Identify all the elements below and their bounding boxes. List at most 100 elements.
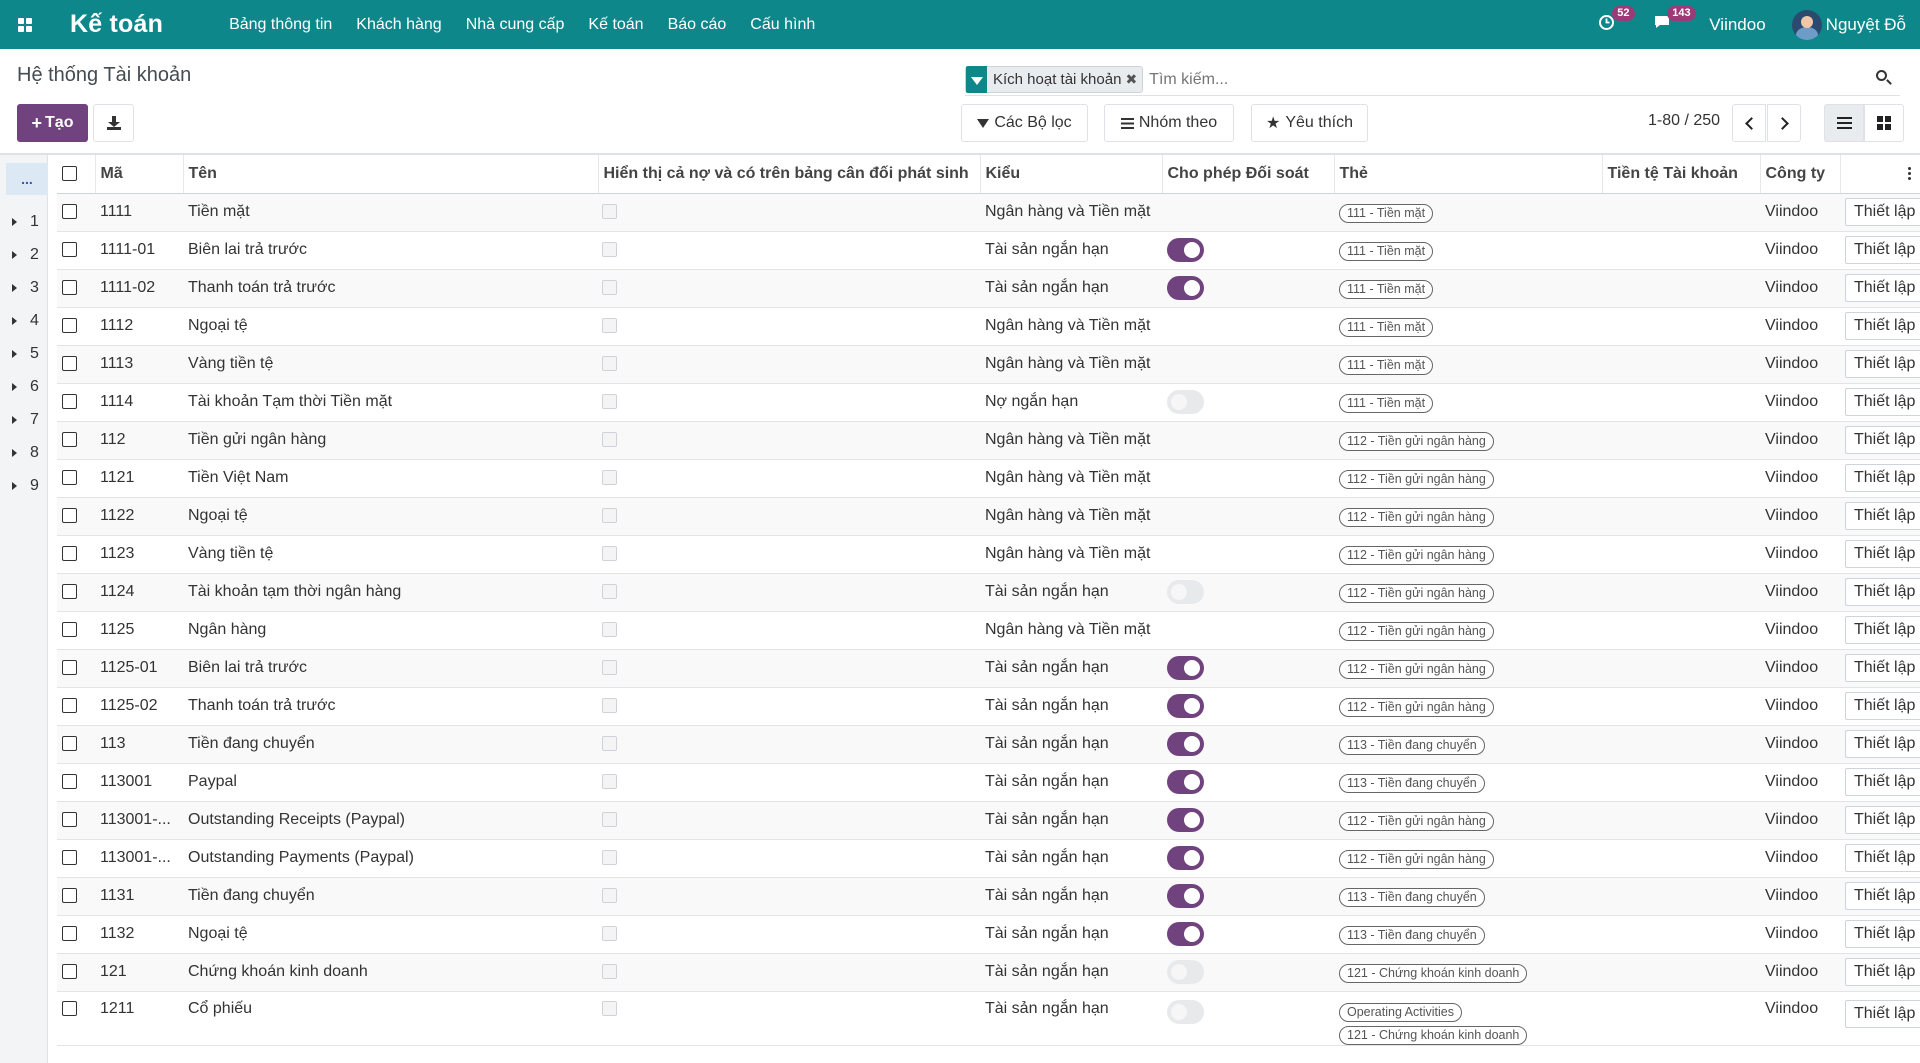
row-checkbox[interactable] [62, 1000, 77, 1016]
table-row[interactable]: 121 Chứng khoán kinh doanh Tài sản ngắn hạ… [57, 953, 1920, 992]
row-checkbox[interactable] [62, 356, 77, 372]
reconcile-toggle[interactable] [1167, 884, 1204, 908]
row-select-cell[interactable] [57, 763, 95, 802]
row-select-cell[interactable] [57, 953, 95, 992]
row-select-cell[interactable] [57, 801, 95, 840]
row-select-cell[interactable] [57, 307, 95, 346]
group-toggle-item[interactable]: 3 [0, 273, 48, 303]
row-select-cell[interactable] [57, 459, 95, 498]
row-select-cell[interactable] [57, 383, 95, 422]
reconcile-toggle[interactable] [1167, 238, 1204, 262]
row-select-cell[interactable] [57, 193, 95, 232]
reconcile-toggle[interactable] [1167, 390, 1204, 414]
row-checkbox[interactable] [62, 470, 77, 486]
setup-button[interactable]: Thiết lập [1845, 578, 1920, 606]
group-toggle-item[interactable]: 9 [0, 471, 48, 501]
menu-accounting[interactable]: Kế toán [588, 16, 643, 34]
pager-previous-button[interactable] [1732, 104, 1766, 142]
column-options-header[interactable] [1840, 155, 1920, 194]
kanban-view-button[interactable] [1864, 104, 1904, 142]
column-header-show-both-sides[interactable]: Hiển thị cả nợ và có trên bảng cân đối p… [598, 155, 981, 194]
table-row[interactable]: 1121 Tiền Việt Nam Ngân hàng và Tiền mặt 11… [57, 459, 1920, 498]
table-row[interactable]: 1113 Vàng tiền tệ Ngân hàng và Tiền mặt 111… [57, 345, 1920, 384]
setup-button[interactable]: Thiết lập [1845, 502, 1920, 530]
setup-button[interactable]: Thiết lập [1845, 616, 1920, 644]
messages-chat-icon[interactable]: 143 [1653, 6, 1696, 35]
favorites-button[interactable]: ★ Yêu thích [1251, 104, 1368, 142]
gutter-header[interactable]: ... [6, 163, 48, 195]
row-select-cell[interactable] [57, 915, 95, 954]
group-toggle-item[interactable]: 7 [0, 405, 48, 435]
group-toggle-item[interactable]: 6 [0, 372, 48, 402]
row-checkbox[interactable] [62, 280, 77, 296]
setup-button[interactable]: Thiết lập [1845, 426, 1920, 454]
row-checkbox[interactable] [62, 546, 77, 562]
row-select-cell[interactable] [57, 991, 95, 1046]
table-row[interactable]: 1211 Cổ phiếu Tài sản ngắn hạn Operating Ac… [57, 991, 1920, 1046]
activities-clock-icon[interactable]: 52 [1598, 5, 1635, 36]
row-checkbox[interactable] [62, 888, 77, 904]
setup-button[interactable]: Thiết lập [1845, 920, 1920, 948]
table-row[interactable]: 1123 Vàng tiền tệ Ngân hàng và Tiền mặt 112… [57, 535, 1920, 574]
setup-button[interactable]: Thiết lập [1845, 806, 1920, 834]
row-checkbox[interactable] [62, 622, 77, 638]
table-row[interactable]: 1111-01 Biên lai trả trước Tài sản ngắn hạ… [57, 231, 1920, 270]
group-toggle-item[interactable]: 8 [0, 438, 48, 468]
reconcile-toggle[interactable] [1167, 960, 1204, 984]
setup-button[interactable]: Thiết lập [1845, 654, 1920, 682]
menu-configuration[interactable]: Cấu hình [750, 16, 815, 34]
reconcile-toggle[interactable] [1167, 276, 1204, 300]
column-header-currency[interactable]: Tiền tệ Tài khoản [1602, 155, 1761, 194]
column-header-code[interactable]: Mã [95, 155, 184, 194]
row-select-cell[interactable] [57, 345, 95, 384]
setup-button[interactable]: Thiết lập [1845, 692, 1920, 720]
row-checkbox[interactable] [62, 774, 77, 790]
row-select-cell[interactable] [57, 497, 95, 536]
row-checkbox[interactable] [62, 318, 77, 334]
row-checkbox[interactable] [62, 508, 77, 524]
reconcile-toggle[interactable] [1167, 580, 1204, 604]
setup-button[interactable]: Thiết lập [1845, 540, 1920, 568]
menu-vendors[interactable]: Nhà cung cấp [466, 16, 565, 34]
row-checkbox[interactable] [62, 660, 77, 676]
select-all-header[interactable] [57, 155, 96, 194]
menu-reporting[interactable]: Báo cáo [668, 16, 727, 34]
group-toggle-item[interactable]: 4 [0, 306, 48, 336]
table-row[interactable]: 1131 Tiền đang chuyển Tài sản ngắn hạn 113 … [57, 877, 1920, 916]
group-toggle-item[interactable]: 1 [0, 207, 48, 237]
table-row[interactable]: 113001-... Outstanding Payments (Paypal) T… [57, 839, 1920, 878]
menu-dashboard[interactable]: Bảng thông tin [229, 16, 332, 34]
column-header-type[interactable]: Kiểu [980, 155, 1163, 194]
column-header-company[interactable]: Công ty [1760, 155, 1841, 194]
row-checkbox[interactable] [62, 964, 77, 980]
search-input[interactable] [1149, 70, 1750, 89]
reconcile-toggle[interactable] [1167, 770, 1204, 794]
reconcile-toggle[interactable] [1167, 999, 1204, 1024]
setup-button[interactable]: Thiết lập [1845, 844, 1920, 872]
row-checkbox[interactable] [62, 394, 77, 410]
row-checkbox[interactable] [62, 850, 77, 866]
column-options-icon[interactable] [1904, 167, 1916, 181]
setup-button[interactable]: Thiết lập [1845, 958, 1920, 986]
reconcile-toggle[interactable] [1167, 656, 1204, 680]
select-all-checkbox[interactable] [62, 166, 77, 182]
menu-customers[interactable]: Khách hàng [356, 16, 441, 34]
row-select-cell[interactable] [57, 421, 95, 460]
row-select-cell[interactable] [57, 535, 95, 574]
table-row[interactable]: 1124 Tài khoản tạm thời ngân hàng Tài sản … [57, 573, 1920, 612]
column-header-reconcile[interactable]: Cho phép Đối soát [1162, 155, 1335, 194]
setup-button[interactable]: Thiết lập [1845, 350, 1920, 378]
pager-next-button[interactable] [1767, 104, 1801, 142]
app-name[interactable]: Kế toán [70, 10, 163, 39]
row-select-cell[interactable] [57, 269, 95, 308]
row-checkbox[interactable] [62, 812, 77, 828]
setup-button[interactable]: Thiết lập [1845, 312, 1920, 340]
create-button[interactable]: + Tạo [17, 104, 88, 142]
pager-value[interactable]: 1-80 / 250 [1648, 112, 1720, 130]
search-icon[interactable] [1874, 68, 1894, 88]
row-select-cell[interactable] [57, 839, 95, 878]
column-header-tags[interactable]: Thẻ [1334, 155, 1603, 194]
reconcile-toggle[interactable] [1167, 694, 1204, 718]
table-row[interactable]: 1125-01 Biên lai trả trước Tài sản ngắn hạ… [57, 649, 1920, 688]
setup-button[interactable]: Thiết lập [1845, 768, 1920, 796]
